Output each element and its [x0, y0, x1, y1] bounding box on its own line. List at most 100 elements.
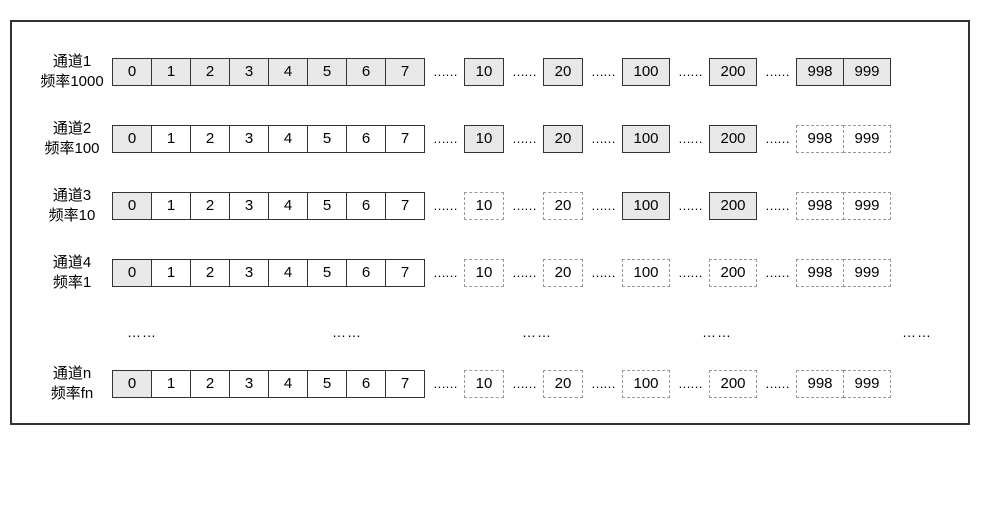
- channel-label: 通道2频率100: [32, 119, 112, 158]
- cell: 0: [112, 259, 152, 287]
- cell: 5: [307, 259, 347, 287]
- cell: 200: [709, 192, 757, 220]
- ellipsis: ……: [583, 131, 623, 146]
- cell: 3: [229, 58, 269, 86]
- cell: 100: [622, 259, 670, 287]
- ellipsis: ……: [504, 131, 544, 146]
- cell: 200: [709, 370, 757, 398]
- cell: 1: [151, 58, 191, 86]
- cell: 4: [268, 370, 308, 398]
- channel-label: 通道4频率1: [32, 253, 112, 292]
- channel-frequency: 频率fn: [32, 384, 112, 404]
- cell: 200: [709, 259, 757, 287]
- ellipsis: ……: [425, 265, 465, 280]
- cell: 2: [190, 58, 230, 86]
- cell: 6: [346, 370, 386, 398]
- cell-strip: 01234567……10……20……100……200……998999: [112, 259, 891, 287]
- ellipsis: ……: [757, 198, 797, 213]
- channel-label: 通道3频率10: [32, 186, 112, 225]
- channel-row: 通道n频率fn01234567……10……20……100……200……99899…: [32, 364, 948, 403]
- ellipsis: ……: [757, 64, 797, 79]
- channel-frequency: 频率100: [32, 139, 112, 159]
- cell-strip: 01234567……10……20……100……200……998999: [112, 370, 891, 398]
- ellipsis: ……: [670, 198, 710, 213]
- cell: 999: [843, 259, 891, 287]
- cell: 999: [843, 125, 891, 153]
- ellipsis: ……: [583, 64, 623, 79]
- cell: 7: [385, 58, 425, 86]
- vertical-ellipsis: ……: [127, 324, 157, 340]
- cell: 999: [843, 370, 891, 398]
- cell: 0: [112, 192, 152, 220]
- ellipsis: ……: [504, 265, 544, 280]
- cell: 5: [307, 58, 347, 86]
- cell: 7: [385, 370, 425, 398]
- vertical-ellipsis-row: …………………………: [32, 320, 948, 344]
- cell: 0: [112, 58, 152, 86]
- cell-strip: 01234567……10……20……100……200……998999: [112, 192, 891, 220]
- channel-name: 通道n: [32, 364, 112, 384]
- cell: 998: [796, 125, 844, 153]
- ellipsis: ……: [425, 64, 465, 79]
- channel-name: 通道1: [32, 52, 112, 72]
- ellipsis: ……: [757, 131, 797, 146]
- ellipsis: ……: [670, 376, 710, 391]
- channel-label: 通道1频率1000: [32, 52, 112, 91]
- ellipsis: ……: [583, 265, 623, 280]
- cell: 10: [464, 192, 504, 220]
- cell: 1: [151, 259, 191, 287]
- cell: 2: [190, 370, 230, 398]
- cell: 7: [385, 125, 425, 153]
- cell: 999: [843, 58, 891, 86]
- cell: 998: [796, 259, 844, 287]
- cell: 100: [622, 58, 670, 86]
- cell: 10: [464, 370, 504, 398]
- cell: 20: [543, 58, 583, 86]
- cell: 100: [622, 370, 670, 398]
- ellipsis: ……: [757, 376, 797, 391]
- cell: 998: [796, 58, 844, 86]
- cell: 10: [464, 58, 504, 86]
- ellipsis: ……: [425, 376, 465, 391]
- cell: 4: [268, 192, 308, 220]
- channel-name: 通道4: [32, 253, 112, 273]
- cell: 3: [229, 370, 269, 398]
- channel-row: 通道3频率1001234567……10……20……100……200……99899…: [32, 186, 948, 225]
- channel-frequency: 频率10: [32, 206, 112, 226]
- cell-strip: 01234567……10……20……100……200……998999: [112, 125, 891, 153]
- ellipsis: ……: [425, 198, 465, 213]
- cell: 998: [796, 192, 844, 220]
- diagram-container: 通道1频率100001234567……10……20……100……200……998…: [10, 20, 970, 425]
- cell: 1: [151, 192, 191, 220]
- cell: 4: [268, 58, 308, 86]
- cell: 3: [229, 192, 269, 220]
- cell: 100: [622, 125, 670, 153]
- cell: 5: [307, 192, 347, 220]
- vertical-ellipsis: ……: [332, 324, 362, 340]
- cell: 20: [543, 192, 583, 220]
- cell: 7: [385, 192, 425, 220]
- vertical-ellipsis: ……: [902, 324, 932, 340]
- cell-strip: 01234567……10……20……100……200……998999: [112, 58, 891, 86]
- ellipsis: ……: [670, 131, 710, 146]
- cell: 200: [709, 58, 757, 86]
- cell: 3: [229, 259, 269, 287]
- cell: 999: [843, 192, 891, 220]
- ellipsis: ……: [583, 376, 623, 391]
- ellipsis: ……: [425, 131, 465, 146]
- channel-name: 通道3: [32, 186, 112, 206]
- cell: 6: [346, 192, 386, 220]
- cell: 20: [543, 125, 583, 153]
- channel-row: 通道1频率100001234567……10……20……100……200……998…: [32, 52, 948, 91]
- cell: 6: [346, 259, 386, 287]
- ellipsis: ……: [504, 64, 544, 79]
- channel-frequency: 频率1000: [32, 72, 112, 92]
- cell: 998: [796, 370, 844, 398]
- cell: 2: [190, 192, 230, 220]
- cell: 4: [268, 259, 308, 287]
- channel-row: 通道4频率101234567……10……20……100……200……998999: [32, 253, 948, 292]
- channel-row: 通道2频率10001234567……10……20……100……200……9989…: [32, 119, 948, 158]
- cell: 200: [709, 125, 757, 153]
- cell: 20: [543, 259, 583, 287]
- cell: 10: [464, 125, 504, 153]
